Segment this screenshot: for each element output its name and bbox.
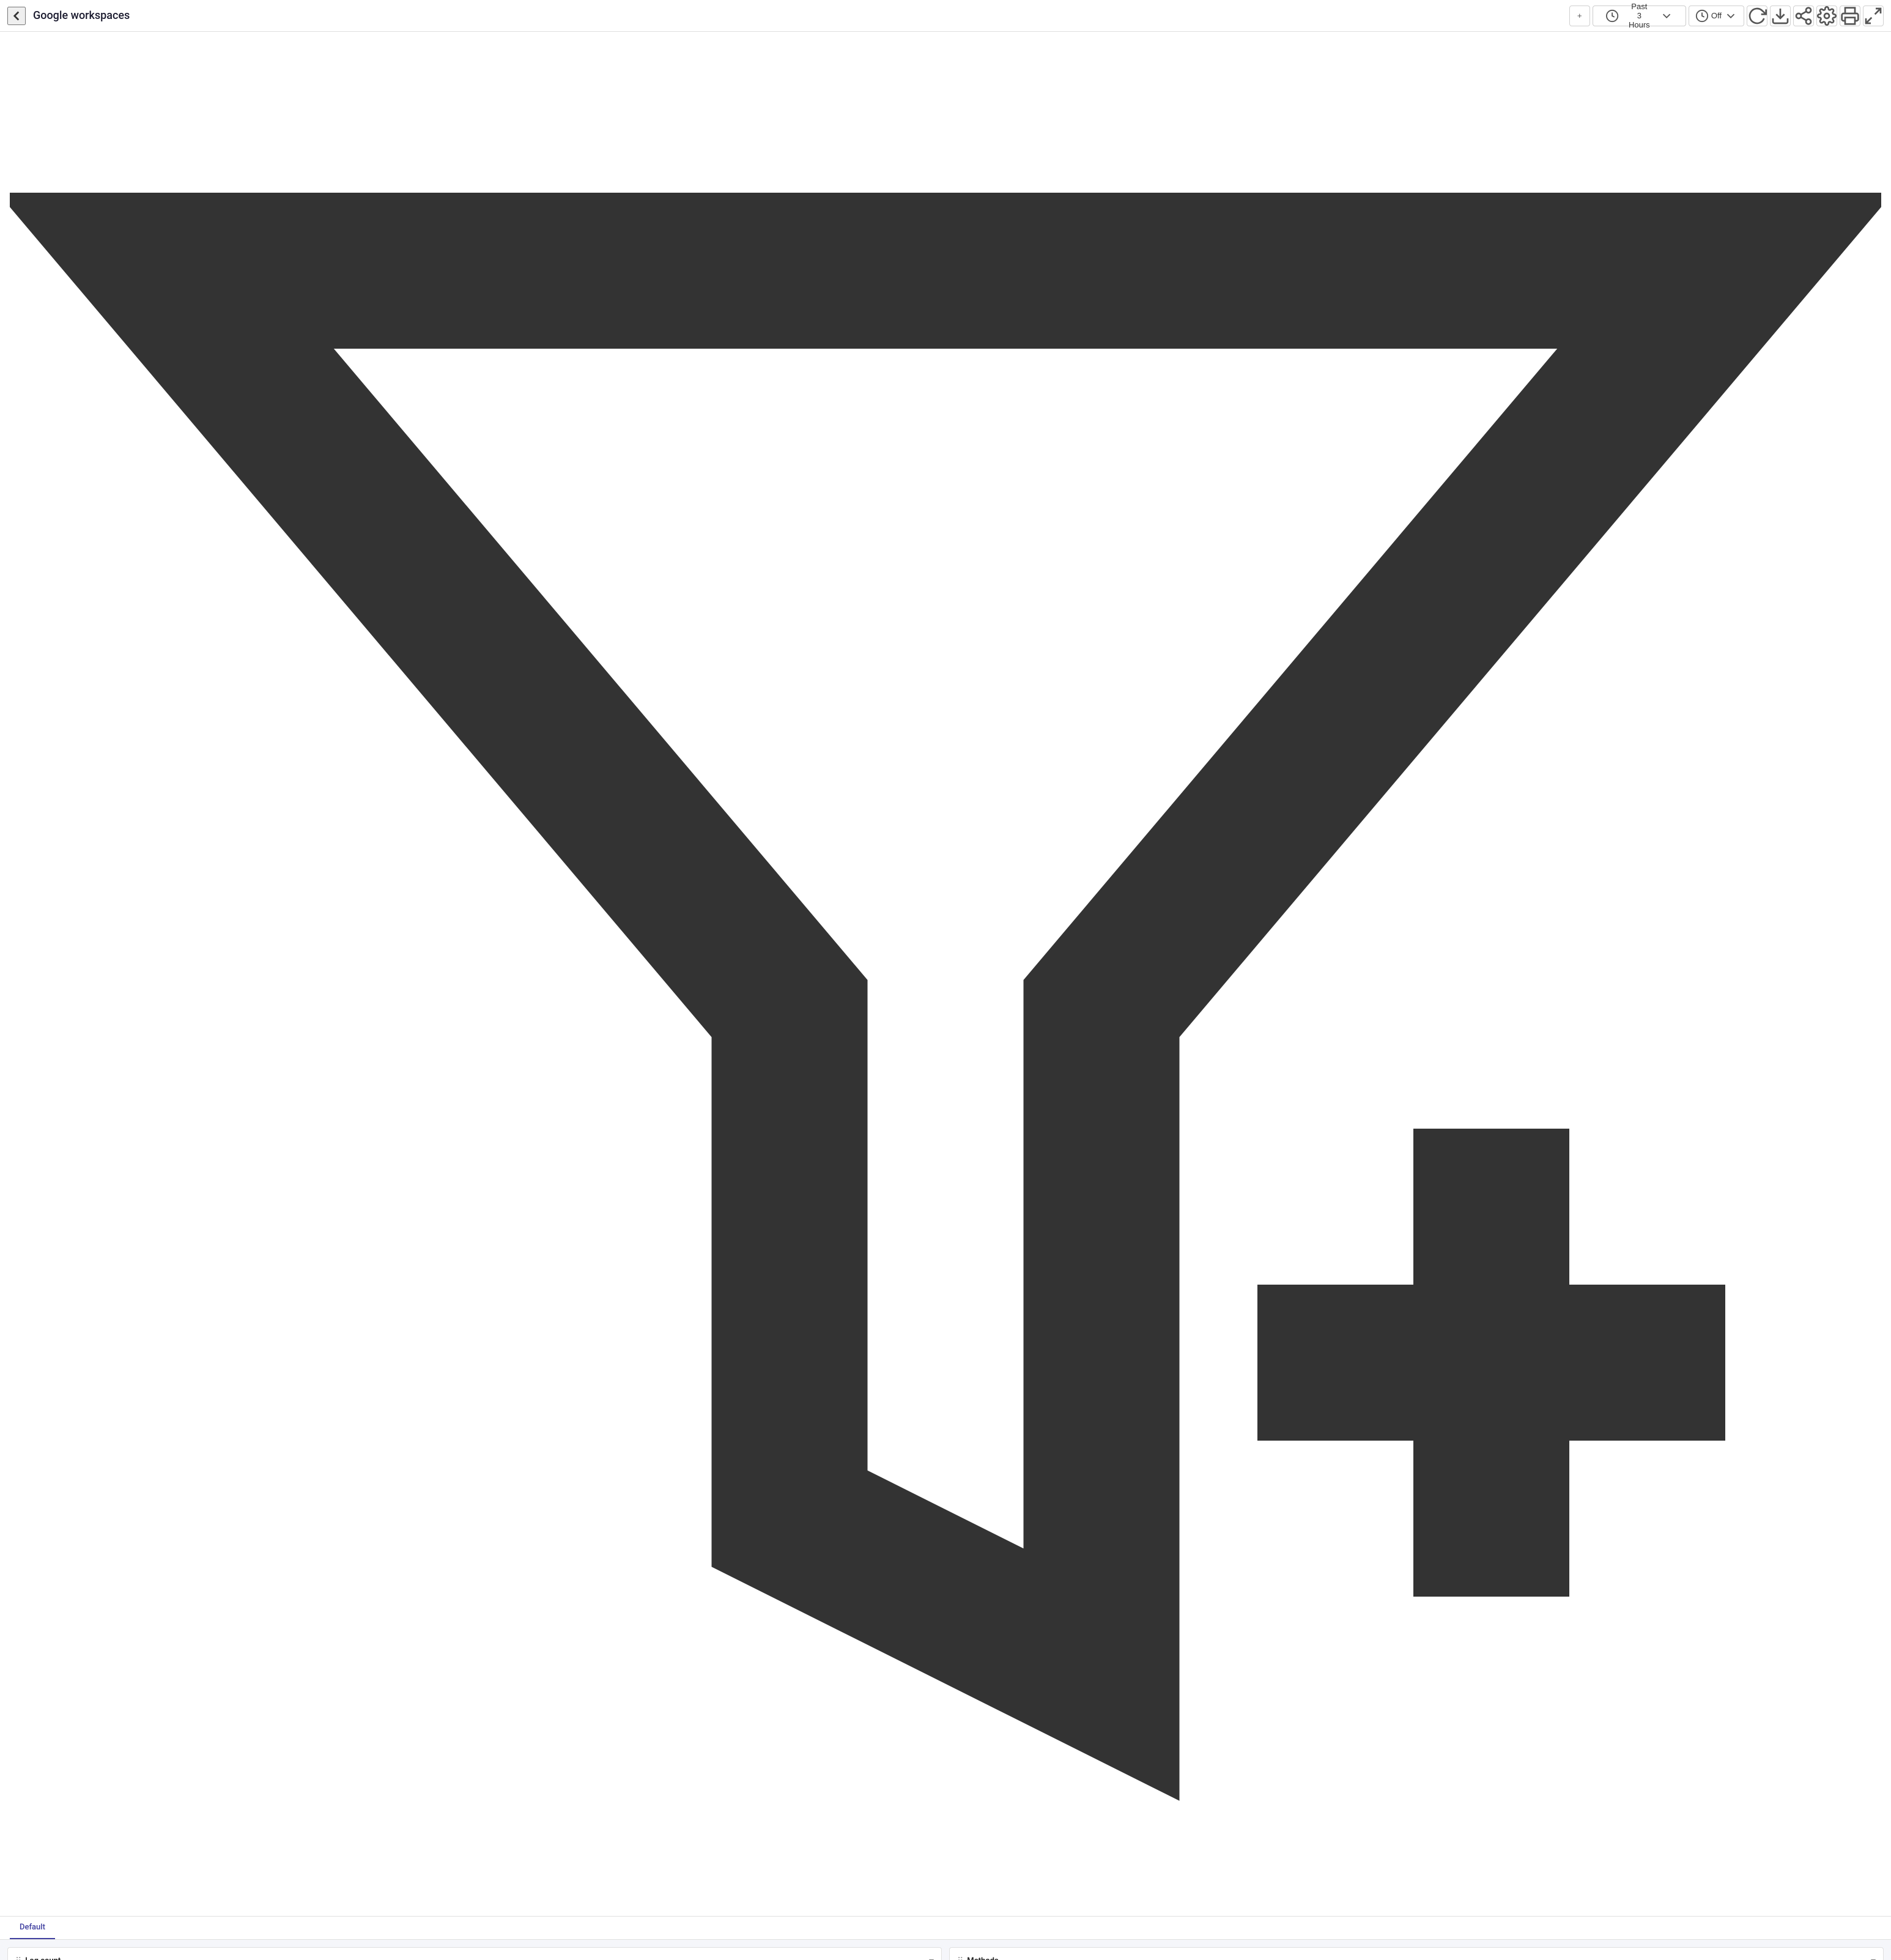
refresh-icon bbox=[1747, 6, 1767, 26]
chevron-down-icon bbox=[1654, 9, 1679, 23]
header-actions: + Past 3 Hours Off bbox=[1569, 6, 1884, 26]
auto-refresh-button[interactable]: Off bbox=[1689, 6, 1744, 26]
page-title: Google workspaces bbox=[33, 9, 1562, 22]
plus-icon: + bbox=[1577, 11, 1582, 20]
time-range-label: Past 3 Hours bbox=[1629, 2, 1650, 29]
panel-methods-title-group: ⠿ Methods bbox=[957, 1956, 999, 1960]
panel-log-count-header: ⠿ Log count ▾ bbox=[15, 1955, 934, 1960]
download-button[interactable] bbox=[1770, 6, 1791, 26]
panel-log-count-menu[interactable]: ▾ bbox=[929, 1955, 934, 1960]
dashboard: ⠿ Log count ▾ 2 1 1 0 bbox=[0, 1940, 1891, 1960]
panel-log-count-title: Log count bbox=[25, 1956, 61, 1960]
clock-icon bbox=[1599, 9, 1625, 23]
gear-icon bbox=[1817, 6, 1837, 26]
download-icon bbox=[1771, 6, 1790, 26]
toolbar bbox=[0, 32, 1891, 1917]
share-button[interactable] bbox=[1793, 6, 1814, 26]
tab-default[interactable]: Default bbox=[10, 1917, 55, 1939]
filter-add-icon[interactable] bbox=[10, 1899, 1881, 1911]
tabs-bar: Default bbox=[0, 1917, 1891, 1940]
auto-refresh-label: Off bbox=[1711, 11, 1722, 20]
share-icon bbox=[1794, 6, 1813, 26]
fullscreen-button[interactable] bbox=[1863, 6, 1884, 26]
drag-handle-icon2[interactable]: ⠿ bbox=[957, 1956, 963, 1960]
print-button[interactable] bbox=[1840, 6, 1860, 26]
time-range-button[interactable]: Past 3 Hours bbox=[1593, 6, 1686, 26]
chevron-down-icon2 bbox=[1724, 9, 1737, 23]
app-header: Google workspaces + Past 3 Hours Off bbox=[0, 0, 1891, 32]
panel-log-count-title-group: ⠿ Log count bbox=[15, 1956, 61, 1960]
refresh-button[interactable] bbox=[1747, 6, 1767, 26]
panel-methods-menu[interactable]: ▾ bbox=[1871, 1955, 1876, 1960]
panel-methods-title: Methods bbox=[967, 1956, 998, 1960]
panel-log-count: ⠿ Log count ▾ 2 1 1 0 bbox=[7, 1947, 942, 1960]
back-button[interactable] bbox=[7, 7, 26, 25]
drag-handle-icon[interactable]: ⠿ bbox=[15, 1956, 21, 1960]
print-icon bbox=[1840, 6, 1860, 26]
panel-methods: ⠿ Methods ▾ 2 1 bbox=[949, 1947, 1884, 1960]
add-button[interactable]: + bbox=[1569, 6, 1590, 26]
auto-refresh-icon bbox=[1695, 9, 1709, 23]
panel-methods-header: ⠿ Methods ▾ bbox=[957, 1955, 1876, 1960]
fullscreen-icon bbox=[1863, 6, 1883, 26]
settings-button[interactable] bbox=[1816, 6, 1837, 26]
